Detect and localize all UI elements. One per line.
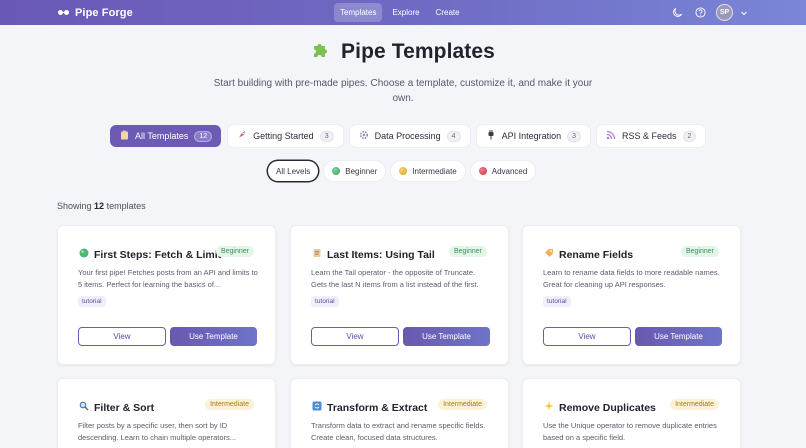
level-badge: Intermediate [205, 399, 254, 410]
level-beginner[interactable]: Beginner [324, 161, 386, 181]
view-button[interactable]: View [78, 327, 166, 346]
level-badge: Intermediate [438, 399, 487, 410]
results-suffix: templates [106, 201, 146, 211]
level-badge: Beginner [448, 246, 487, 257]
plug-icon [486, 130, 496, 142]
results-prefix: Showing [57, 201, 92, 211]
tab-label: Getting Started [253, 131, 314, 141]
tab-api-integration[interactable]: API Integration 3 [476, 125, 591, 147]
help-circle-icon[interactable] [693, 6, 707, 20]
card-title: Rename Fields [559, 248, 634, 261]
tab-count: 12 [194, 130, 213, 142]
card-description: Use the Unique operator to remove duplic… [543, 421, 717, 442]
sparkle-icon [543, 401, 554, 414]
green-dot-icon [332, 167, 341, 175]
tab-all-templates[interactable]: All Templates 12 [110, 125, 222, 147]
label-icon [543, 248, 554, 261]
tab-count: 4 [446, 130, 461, 142]
card-description: Filter posts by a specific user, then so… [78, 421, 237, 442]
card-header: Filter & Sort [78, 401, 154, 414]
level-advanced[interactable]: Advanced [470, 161, 536, 181]
card-description: Learn to rename data fields to more read… [543, 268, 720, 289]
tab-label: API Integration [501, 131, 562, 141]
tab-label: All Templates [135, 131, 189, 141]
tab-label: RSS & Feeds [622, 131, 677, 141]
level-label: Advanced [491, 166, 528, 176]
tab-data-processing[interactable]: Data Processing 4 [349, 125, 470, 147]
card-header: Last Items: Using Tail [311, 248, 435, 261]
user-controls: SP [670, 4, 751, 21]
page-header: Pipe Templates [0, 40, 806, 64]
card-tag[interactable]: tutorial [311, 296, 339, 307]
card-title: Transform & Extract [327, 401, 428, 414]
tab-count: 3 [319, 130, 334, 142]
moon-icon[interactable] [670, 6, 684, 20]
clipboard-icon [119, 130, 129, 142]
tab-count: 2 [682, 130, 697, 142]
top-navigation-bar: Pipe Forge Templates Explore Create SP [0, 0, 806, 25]
level-label: All Levels [276, 166, 311, 176]
card-description: Learn the Tail operator - the opposite o… [311, 268, 479, 289]
level-badge: Beginner [680, 246, 719, 257]
scroll-icon [311, 248, 322, 261]
level-badge: Intermediate [670, 399, 719, 410]
card-title: Filter & Sort [94, 401, 155, 414]
template-card-first-steps[interactable]: First Steps: Fetch & Limit Beginner Your… [57, 225, 276, 365]
card-header: First Steps: Fetch & Limit [78, 248, 221, 261]
category-tabs: All Templates 12 Getting Started 3 Data … [110, 125, 706, 147]
tab-getting-started[interactable]: Getting Started 3 [228, 125, 343, 147]
tab-count: 3 [567, 130, 582, 142]
card-title: Remove Duplicates [559, 401, 656, 414]
view-button[interactable]: View [311, 327, 399, 346]
level-intermediate[interactable]: Intermediate [391, 161, 465, 181]
level-badge: Beginner [215, 246, 254, 257]
card-title: First Steps: Fetch & Limit [94, 248, 222, 261]
template-card-remove-duplicates[interactable]: Remove Duplicates Intermediate Use the U… [522, 378, 741, 448]
card-description: Transform data to extract and rename spe… [311, 421, 486, 442]
card-title: Last Items: Using Tail [327, 248, 435, 261]
yellow-dot-icon [399, 167, 408, 175]
level-all[interactable]: All Levels [268, 161, 319, 181]
level-filters: All Levels Beginner Intermediate Advance… [268, 161, 536, 181]
template-card-filter-sort[interactable]: Filter & Sort Intermediate Filter posts … [57, 378, 276, 448]
red-dot-icon [478, 167, 487, 175]
use-template-button[interactable]: Use Template [403, 327, 490, 346]
green-circle-icon [78, 248, 89, 261]
page-subtitle: Start building with pre-made pipes. Choo… [213, 78, 593, 104]
nav-explore[interactable]: Explore [386, 3, 425, 22]
brand[interactable]: Pipe Forge [58, 0, 133, 25]
card-header: Transform & Extract [311, 401, 427, 414]
rss-icon [606, 130, 616, 142]
card-header: Remove Duplicates [543, 401, 656, 414]
use-template-button[interactable]: Use Template [635, 327, 722, 346]
rocket-icon [237, 130, 247, 142]
level-label: Intermediate [412, 166, 457, 176]
template-card-last-items[interactable]: Last Items: Using Tail Beginner Learn th… [290, 225, 509, 365]
results-number: 12 [94, 201, 105, 211]
card-header: Rename Fields [543, 248, 633, 261]
card-tag[interactable]: tutorial [543, 296, 571, 307]
view-button[interactable]: View [543, 327, 631, 346]
template-card-transform-extract[interactable]: Transform & Extract Intermediate Transfo… [290, 378, 509, 448]
results-count: Showing 12 templates [57, 201, 146, 211]
puzzle-icon [311, 40, 331, 64]
nav-templates[interactable]: Templates [334, 3, 383, 22]
app-name: Pipe Forge [75, 6, 133, 19]
refresh-icon [311, 401, 322, 414]
page-title: Pipe Templates [341, 40, 495, 63]
tab-label: Data Processing [374, 131, 441, 141]
magnifier-icon [78, 401, 89, 414]
use-template-button[interactable]: Use Template [170, 327, 257, 346]
gear-icon [359, 130, 369, 142]
pipe-logo-icon [58, 9, 69, 16]
card-tag[interactable]: tutorial [78, 296, 106, 307]
tab-rss-feeds[interactable]: RSS & Feeds 2 [597, 125, 706, 147]
level-label: Beginner [345, 166, 378, 176]
chevron-down-icon[interactable] [737, 6, 751, 20]
template-card-rename-fields[interactable]: Rename Fields Beginner Learn to rename d… [522, 225, 741, 365]
card-description: Your first pipe! Fetches posts from an A… [78, 268, 258, 289]
main-nav: Templates Explore Create [334, 3, 466, 22]
nav-create[interactable]: Create [430, 3, 466, 22]
avatar[interactable]: SP [716, 4, 733, 21]
